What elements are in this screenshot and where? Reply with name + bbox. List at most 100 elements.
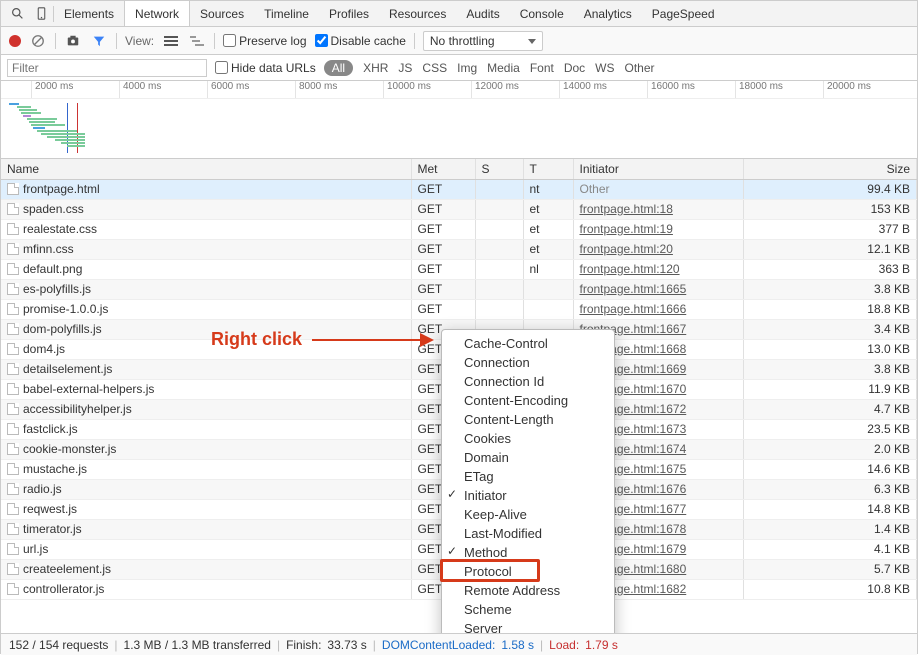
context-menu-item-server[interactable]: Server <box>442 619 614 633</box>
context-menu-item-content-encoding[interactable]: Content-Encoding <box>442 391 614 410</box>
timeline-overview[interactable]: 2000 ms4000 ms6000 ms8000 ms10000 ms1200… <box>1 81 917 159</box>
filter-toggle-icon[interactable] <box>90 34 108 48</box>
request-type: et <box>523 239 573 259</box>
tab-network[interactable]: Network <box>124 1 190 26</box>
hide-data-urls-checkbox[interactable]: Hide data URLs <box>215 61 316 75</box>
context-menu-item-last-modified[interactable]: Last-Modified <box>442 524 614 543</box>
file-icon <box>7 383 19 395</box>
context-menu-item-cookies[interactable]: Cookies <box>442 429 614 448</box>
context-menu-item-scheme[interactable]: Scheme <box>442 600 614 619</box>
file-icon <box>7 243 19 255</box>
column-header-type[interactable]: T <box>523 159 573 179</box>
separator <box>214 33 215 49</box>
table-row[interactable]: es-polyfills.jsGETfrontpage.html:16653.8… <box>1 279 917 299</box>
filter-type-js[interactable]: JS <box>398 61 412 75</box>
tab-sources[interactable]: Sources <box>190 1 254 26</box>
table-row[interactable]: frontpage.htmlGETntOther99.4 KB <box>1 179 917 199</box>
context-menu-item-connection[interactable]: Connection <box>442 353 614 372</box>
request-initiator[interactable]: frontpage.html:1666 <box>580 302 687 316</box>
capture-screenshots-icon[interactable] <box>64 34 82 48</box>
view-label: View: <box>125 34 154 48</box>
column-header-method[interactable]: Met <box>411 159 475 179</box>
context-menu-item-protocol[interactable]: Protocol <box>442 562 614 581</box>
request-size: 5.7 KB <box>743 559 917 579</box>
context-menu-item-etag[interactable]: ETag <box>442 467 614 486</box>
tab-pagespeed[interactable]: PageSpeed <box>642 1 725 26</box>
request-name: babel-external-helpers.js <box>23 382 154 396</box>
request-size: 4.7 KB <box>743 399 917 419</box>
context-menu-item-domain[interactable]: Domain <box>442 448 614 467</box>
status-dcl-label: DOMContentLoaded: <box>382 638 495 652</box>
request-name: controllerator.js <box>23 582 104 596</box>
filter-type-other[interactable]: Other <box>625 61 655 75</box>
request-initiator[interactable]: frontpage.html:120 <box>580 262 680 276</box>
search-icon[interactable] <box>5 1 29 26</box>
overview-waterfall <box>7 103 97 153</box>
tab-analytics[interactable]: Analytics <box>574 1 642 26</box>
request-name: promise-1.0.0.js <box>23 302 108 316</box>
filter-type-xhr[interactable]: XHR <box>363 61 388 75</box>
preserve-log-label: Preserve log <box>239 34 306 48</box>
file-icon <box>7 183 19 195</box>
tab-timeline[interactable]: Timeline <box>254 1 319 26</box>
context-menu-item-content-length[interactable]: Content-Length <box>442 410 614 429</box>
file-icon <box>7 523 19 535</box>
file-icon <box>7 503 19 515</box>
request-name: reqwest.js <box>23 502 77 516</box>
request-method: GET <box>411 299 475 319</box>
context-menu-item-remote-address[interactable]: Remote Address <box>442 581 614 600</box>
table-row[interactable]: spaden.cssGETetfrontpage.html:18153 KB <box>1 199 917 219</box>
table-row[interactable]: default.pngGETnlfrontpage.html:120363 B <box>1 259 917 279</box>
request-size: 4.1 KB <box>743 539 917 559</box>
request-initiator[interactable]: frontpage.html:18 <box>580 202 673 216</box>
throttling-value: No throttling <box>430 34 495 48</box>
context-menu-item-keep-alive[interactable]: Keep-Alive <box>442 505 614 524</box>
column-header-size[interactable]: Size <box>743 159 917 179</box>
filter-type-media[interactable]: Media <box>487 61 520 75</box>
request-size: 3.4 KB <box>743 319 917 339</box>
request-name: detailselement.js <box>23 362 112 376</box>
tab-profiles[interactable]: Profiles <box>319 1 379 26</box>
table-row[interactable]: realestate.cssGETetfrontpage.html:19377 … <box>1 219 917 239</box>
filter-type-all[interactable]: All <box>324 60 353 76</box>
request-size: 1.4 KB <box>743 519 917 539</box>
clear-icon[interactable] <box>29 34 47 48</box>
throttling-select[interactable]: No throttling <box>423 31 543 51</box>
record-button[interactable] <box>9 35 21 47</box>
request-initiator[interactable]: frontpage.html:1665 <box>580 282 687 296</box>
request-size: 18.8 KB <box>743 299 917 319</box>
context-menu-item-method[interactable]: Method <box>442 543 614 562</box>
table-row[interactable]: mfinn.cssGETetfrontpage.html:2012.1 KB <box>1 239 917 259</box>
filter-type-font[interactable]: Font <box>530 61 554 75</box>
request-size: 363 B <box>743 259 917 279</box>
tab-resources[interactable]: Resources <box>379 1 456 26</box>
filter-bar: Hide data URLs All XHR JS CSS Img Media Font Do… <box>1 55 917 81</box>
column-header-name[interactable]: Name <box>1 159 411 179</box>
tab-elements[interactable]: Elements <box>54 1 124 26</box>
context-menu-item-connection-id[interactable]: Connection Id <box>442 372 614 391</box>
table-row[interactable]: promise-1.0.0.js GET frontpage.html:1666 18… <box>1 299 917 319</box>
filter-input[interactable] <box>7 59 207 77</box>
column-header-initiator[interactable]: Initiator <box>573 159 743 179</box>
status-load-label: Load: <box>549 638 579 652</box>
filter-type-ws[interactable]: WS <box>595 61 614 75</box>
request-initiator[interactable]: frontpage.html:20 <box>580 242 673 256</box>
disable-cache-checkbox[interactable]: Disable cache <box>315 34 406 48</box>
preserve-log-checkbox[interactable]: Preserve log <box>223 34 306 48</box>
filter-type-img[interactable]: Img <box>457 61 477 75</box>
context-menu-item-cache-control[interactable]: Cache-Control <box>442 334 614 353</box>
device-mode-icon[interactable] <box>29 1 53 26</box>
tab-console[interactable]: Console <box>510 1 574 26</box>
file-icon <box>7 443 19 455</box>
filter-type-css[interactable]: CSS <box>422 61 447 75</box>
filter-type-doc[interactable]: Doc <box>564 61 585 75</box>
tab-audits[interactable]: Audits <box>456 1 509 26</box>
large-rows-icon[interactable] <box>162 36 180 46</box>
column-header-status[interactable]: S <box>475 159 523 179</box>
request-initiator[interactable]: frontpage.html:19 <box>580 222 673 236</box>
request-name: frontpage.html <box>23 182 100 196</box>
context-menu-item-initiator[interactable]: Initiator <box>442 486 614 505</box>
request-size: 12.1 KB <box>743 239 917 259</box>
waterfall-icon[interactable] <box>188 36 206 46</box>
overview-tick: 14000 ms <box>559 81 607 98</box>
